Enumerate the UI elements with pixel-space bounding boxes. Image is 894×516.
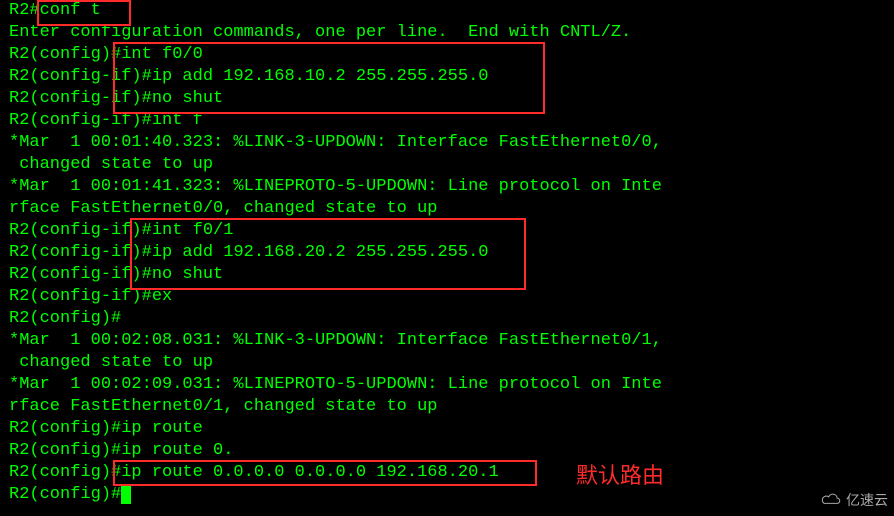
- terminal-line: *Mar 1 00:02:09.031: %LINEPROTO-5-UPDOWN…: [9, 374, 894, 396]
- prompt: R2(config)#: [9, 463, 121, 482]
- terminal-line: R2(config)#: [9, 484, 894, 506]
- prompt: R2(config)#: [9, 309, 121, 328]
- terminal-line: R2(config)#ip route: [9, 418, 894, 440]
- command: int f0/0: [121, 45, 203, 64]
- prompt: R2#: [9, 1, 40, 20]
- command: conf t: [40, 1, 101, 20]
- terminal-line: R2(config)#int f0/0: [9, 44, 894, 66]
- command: no shut: [152, 89, 223, 108]
- terminal-line: *Mar 1 00:02:08.031: %LINK-3-UPDOWN: Int…: [9, 330, 894, 352]
- terminal-line: changed state to up: [9, 352, 894, 374]
- terminal-line: R2(config)#ip route 0.0.0.0 0.0.0.0 192.…: [9, 462, 894, 484]
- prompt: R2(config)#: [9, 441, 121, 460]
- prompt: R2(config-if)#: [9, 287, 152, 306]
- prompt: R2(config)#: [9, 419, 121, 438]
- terminal-output[interactable]: R2#conf tEnter configuration commands, o…: [0, 0, 894, 506]
- command: int f: [152, 111, 203, 130]
- terminal-line: R2(config-if)#int f: [9, 110, 894, 132]
- command: ip route 0.0.0.0 0.0.0.0 192.168.20.1: [121, 463, 498, 482]
- prompt: R2(config)#: [9, 485, 121, 504]
- command: ex: [152, 287, 172, 306]
- command: no shut: [152, 265, 223, 284]
- prompt: R2(config-if)#: [9, 221, 152, 240]
- terminal-line: R2(config-if)#ex: [9, 286, 894, 308]
- watermark: 亿速云: [820, 490, 888, 510]
- prompt: R2(config-if)#: [9, 243, 152, 262]
- prompt: R2(config)#: [9, 45, 121, 64]
- terminal-line: R2(config-if)#no shut: [9, 264, 894, 286]
- cloud-icon: [820, 492, 842, 509]
- prompt: R2(config-if)#: [9, 265, 152, 284]
- prompt: R2(config-if)#: [9, 67, 152, 86]
- prompt: R2(config-if)#: [9, 89, 152, 108]
- terminal-line: *Mar 1 00:01:40.323: %LINK-3-UPDOWN: Int…: [9, 132, 894, 154]
- terminal-line: R2(config)#ip route 0.: [9, 440, 894, 462]
- terminal-line: R2#conf t: [9, 0, 894, 22]
- terminal-line: R2(config-if)#int f0/1: [9, 220, 894, 242]
- terminal-line: rface FastEthernet0/1, changed state to …: [9, 396, 894, 418]
- prompt: R2(config-if)#: [9, 111, 152, 130]
- command: ip add 192.168.10.2 255.255.255.0: [152, 67, 489, 86]
- command: ip route: [121, 419, 203, 438]
- command: ip route 0.: [121, 441, 233, 460]
- terminal-line: R2(config)#: [9, 308, 894, 330]
- terminal-line: *Mar 1 00:01:41.323: %LINEPROTO-5-UPDOWN…: [9, 176, 894, 198]
- terminal-line: R2(config-if)#ip add 192.168.20.2 255.25…: [9, 242, 894, 264]
- terminal-line: Enter configuration commands, one per li…: [9, 22, 894, 44]
- terminal-line: changed state to up: [9, 154, 894, 176]
- terminal-line: R2(config-if)#ip add 192.168.10.2 255.25…: [9, 66, 894, 88]
- annotation-default-route: 默认路由: [576, 458, 664, 490]
- terminal-line: R2(config-if)#no shut: [9, 88, 894, 110]
- terminal-line: rface FastEthernet0/0, changed state to …: [9, 198, 894, 220]
- command: int f0/1: [152, 221, 234, 240]
- cursor: [121, 486, 131, 504]
- command: ip add 192.168.20.2 255.255.255.0: [152, 243, 489, 262]
